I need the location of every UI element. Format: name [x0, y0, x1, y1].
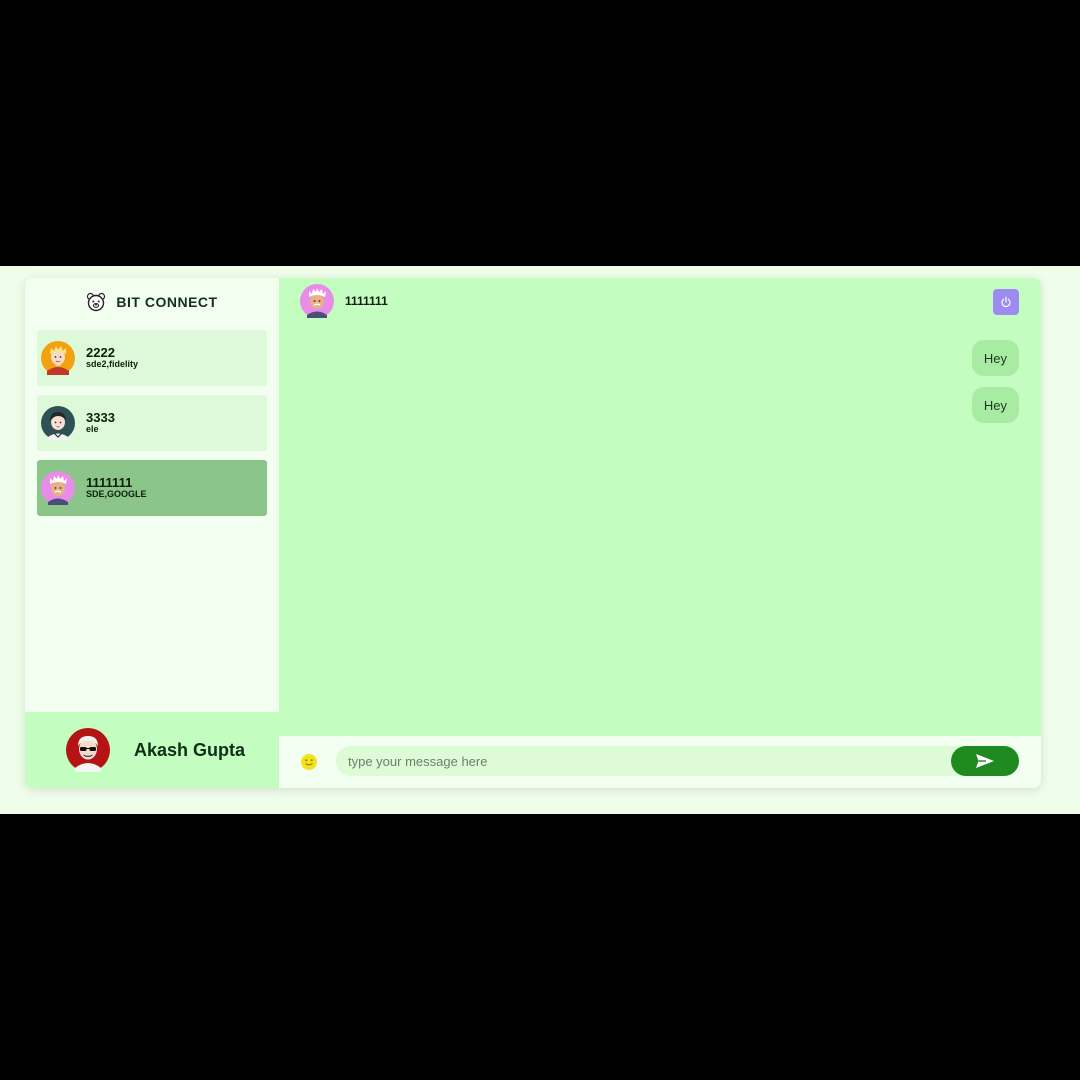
send-arrow-icon [976, 754, 994, 768]
contact-item-2222[interactable]: 2222 sde2,fidelity [37, 330, 267, 386]
current-user-name: Akash Gupta [134, 739, 246, 760]
contact-subtitle: sde2,fidelity [86, 359, 139, 370]
send-button[interactable] [951, 746, 1019, 776]
white-hair-person-avatar [300, 284, 334, 318]
message-bubble: Hey [971, 387, 1019, 423]
message-bubble: Hey [971, 340, 1019, 376]
chat-header: 1111111 [279, 278, 1041, 324]
contact-subtitle: ele [86, 424, 99, 435]
page-viewport: BIT CONNECT 2222 sde2,fidelity 3333 ele … [0, 266, 1080, 814]
message-input[interactable] [336, 746, 1019, 776]
smiley-icon[interactable] [300, 753, 318, 771]
current-user-panel: Akash Gupta [25, 712, 279, 788]
power-icon [1001, 296, 1011, 308]
white-hair-person-avatar [41, 471, 75, 505]
chat-panel: 1111111 Hey Hey [279, 278, 1041, 788]
sunglasses-person-avatar[interactable] [66, 728, 110, 772]
bear-logo-icon [87, 292, 106, 312]
contact-name: 2222 [86, 344, 115, 360]
contact-name: 1111111 [86, 474, 133, 490]
dark-hair-person-avatar [41, 406, 75, 440]
contact-item-1111111[interactable]: 1111111 SDE,GOOGLE [37, 460, 267, 516]
contact-meta: 1111111 SDE,GOOGLE [86, 474, 147, 500]
message-list: Hey Hey [971, 340, 1019, 423]
chat-app: BIT CONNECT 2222 sde2,fidelity 3333 ele … [25, 278, 1041, 788]
contact-item-3333[interactable]: 3333 ele [37, 395, 267, 451]
brand-header: BIT CONNECT [25, 278, 279, 326]
logout-button[interactable] [993, 289, 1019, 315]
message-composer [279, 736, 1041, 788]
blonde-person-avatar [41, 341, 75, 375]
contact-name: 3333 [86, 409, 115, 425]
contact-subtitle: SDE,GOOGLE [86, 489, 147, 500]
contact-list: 2222 sde2,fidelity 3333 ele 1111111 SDE,… [37, 330, 267, 525]
contact-meta: 2222 sde2,fidelity [86, 344, 139, 370]
brand-title: BIT CONNECT [116, 294, 218, 310]
chat-peer-name: 1111111 [345, 294, 388, 308]
contact-meta: 3333 ele [86, 409, 115, 435]
sidebar: BIT CONNECT 2222 sde2,fidelity 3333 ele … [25, 278, 279, 788]
